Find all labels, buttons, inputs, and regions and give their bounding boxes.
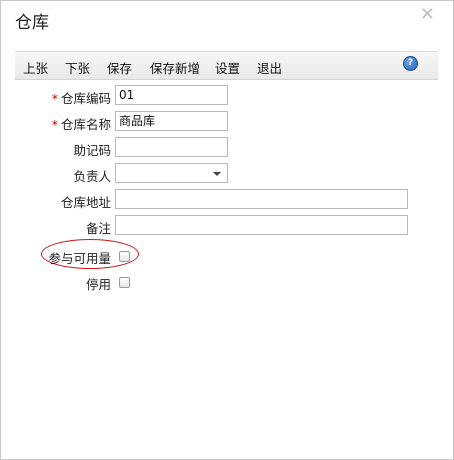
save-button[interactable]: 保存	[107, 58, 132, 77]
remark-field[interactable]	[115, 215, 408, 235]
save-new-button[interactable]: 保存新增	[150, 58, 200, 77]
address-field[interactable]	[115, 189, 408, 209]
required-mark: *	[51, 91, 58, 106]
owner-select[interactable]	[115, 163, 228, 183]
code-label: * 仓库编码	[52, 88, 111, 107]
prev-button[interactable]: 上张	[23, 58, 48, 77]
warehouse-dialog: 仓库 × 上张 下张 保存 保存新增 设置 退出 ? * 仓库编码 01 * 仓库名…	[0, 0, 454, 460]
name-row: * 仓库名称	[1, 111, 111, 133]
mnemonic-label: 助记码	[73, 143, 111, 158]
address-label: 仓库地址	[60, 195, 111, 210]
mnemonic-field[interactable]	[115, 137, 228, 157]
available-qty-checkbox[interactable]	[119, 251, 130, 262]
settings-button[interactable]: 设置	[215, 58, 240, 77]
close-icon[interactable]: ×	[420, 4, 435, 24]
code-field[interactable]: 01	[115, 85, 228, 105]
name-field[interactable]: 商品库	[115, 111, 228, 131]
chevron-down-icon[interactable]	[213, 172, 221, 176]
available-qty-label: 参与可用量	[48, 251, 111, 266]
disabled-row: 停用	[1, 271, 111, 293]
name-label: * 仓库名称	[52, 114, 111, 133]
exit-button[interactable]: 退出	[257, 58, 282, 77]
address-row: 仓库地址	[1, 189, 111, 211]
mnemonic-row: 助记码	[1, 137, 111, 159]
toolbar: 上张 下张 保存 保存新增 设置 退出 ?	[15, 51, 438, 80]
code-label-text: 仓库编码	[60, 91, 111, 106]
required-mark: *	[51, 117, 58, 132]
owner-label: 负责人	[73, 169, 111, 184]
owner-row: 负责人	[1, 163, 111, 185]
dialog-title: 仓库	[15, 13, 49, 33]
remark-row: 备注	[1, 215, 111, 237]
remark-label: 备注	[85, 221, 111, 236]
disabled-checkbox[interactable]	[119, 277, 130, 288]
help-icon[interactable]: ?	[403, 56, 418, 71]
name-label-text: 仓库名称	[60, 117, 111, 132]
next-button[interactable]: 下张	[65, 58, 90, 77]
available-qty-row: 参与可用量	[1, 245, 111, 267]
code-row: * 仓库编码	[1, 85, 111, 107]
disabled-label: 停用	[85, 277, 111, 292]
